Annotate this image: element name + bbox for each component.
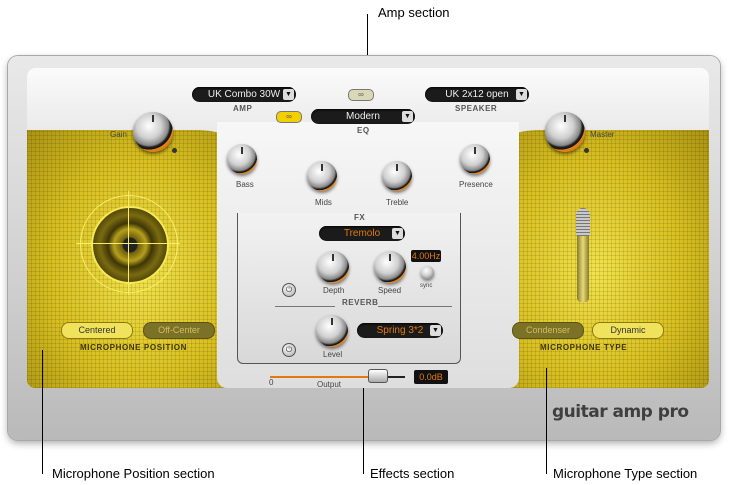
callout-mic-type-line bbox=[546, 368, 547, 474]
mids-label: Mids bbox=[315, 198, 332, 207]
callout-amp-section: Amp section bbox=[378, 5, 450, 20]
fx-power-button[interactable]: ⏻ bbox=[282, 283, 296, 297]
fx-speed-display: 4.00Hz bbox=[411, 250, 441, 262]
output-value-display: 0.0dB bbox=[414, 370, 448, 384]
gain-label: Gain bbox=[110, 130, 127, 139]
off-center-button[interactable]: Off-Center bbox=[143, 322, 215, 339]
reverb-label: REVERB bbox=[342, 298, 379, 307]
output-min-label: 0 bbox=[269, 378, 274, 387]
speaker-model-value: UK 2x12 open bbox=[445, 89, 509, 100]
master-label: Master bbox=[590, 130, 615, 139]
callout-mic-type-section: Microphone Type section bbox=[553, 466, 698, 481]
position-crosshair-v bbox=[128, 191, 129, 295]
microphone-position-title: MICROPHONE POSITION bbox=[80, 343, 187, 352]
master-max-dot bbox=[584, 148, 589, 153]
fx-speed-knob[interactable] bbox=[374, 251, 406, 283]
fx-effect-dropdown[interactable]: Tremolo ▼ bbox=[319, 226, 405, 241]
reverb-power-button[interactable]: ⏻ bbox=[282, 343, 296, 357]
microphone-type-title: MICROPHONE TYPE bbox=[540, 343, 628, 352]
amp-model-value: UK Combo 30W bbox=[207, 89, 281, 100]
gain-max-dot bbox=[172, 148, 177, 153]
callout-effects-line bbox=[363, 388, 364, 474]
fx-depth-knob[interactable] bbox=[317, 251, 349, 283]
eq-label: EQ bbox=[357, 126, 370, 135]
callout-effects-section: Effects section bbox=[370, 466, 455, 481]
chevron-down-icon: ▼ bbox=[402, 111, 413, 122]
reverb-level-knob[interactable] bbox=[316, 315, 348, 347]
fx-label: FX bbox=[354, 213, 366, 222]
centered-button[interactable]: Centered bbox=[61, 322, 133, 339]
callout-mic-position-line bbox=[42, 350, 43, 474]
chevron-down-icon: ▼ bbox=[430, 325, 441, 336]
reverb-divider-right bbox=[378, 306, 452, 307]
fx-sync-label: sync bbox=[420, 283, 433, 289]
speaker-label: SPEAKER bbox=[455, 104, 498, 113]
treble-knob[interactable] bbox=[382, 161, 412, 191]
eq-model-dropdown[interactable]: Modern ▼ bbox=[311, 109, 415, 124]
speaker-model-dropdown[interactable]: UK 2x12 open ▼ bbox=[425, 87, 529, 102]
reverb-type-dropdown[interactable]: Spring 3*2 ▼ bbox=[357, 323, 443, 338]
reverb-divider bbox=[275, 306, 335, 307]
presence-label: Presence bbox=[459, 180, 493, 189]
chevron-down-icon: ▼ bbox=[392, 228, 403, 239]
fx-sync-button[interactable] bbox=[421, 266, 434, 279]
reverb-type-value: Spring 3*2 bbox=[376, 325, 424, 336]
microphone-graphic bbox=[574, 208, 592, 302]
dynamic-button[interactable]: Dynamic bbox=[592, 322, 664, 339]
fx-effect-value: Tremolo bbox=[343, 228, 381, 239]
eq-link-icon[interactable]: ∞ bbox=[276, 111, 302, 123]
amp-model-dropdown[interactable]: UK Combo 30W ▼ bbox=[192, 87, 296, 102]
chevron-down-icon: ▼ bbox=[516, 89, 527, 100]
mids-knob[interactable] bbox=[307, 161, 337, 191]
amp-label: AMP bbox=[233, 104, 253, 113]
eq-model-value: Modern bbox=[346, 111, 380, 122]
reverb-level-label: Level bbox=[323, 350, 343, 359]
master-knob[interactable] bbox=[545, 112, 585, 152]
callout-mic-position-section: Microphone Position section bbox=[52, 466, 215, 481]
fx-depth-label: Depth bbox=[323, 286, 345, 295]
position-crosshair-ring bbox=[80, 195, 178, 293]
bass-knob[interactable] bbox=[227, 144, 257, 174]
output-label: Output bbox=[317, 380, 342, 389]
condenser-button[interactable]: Condenser bbox=[512, 322, 584, 339]
treble-label: Treble bbox=[386, 198, 409, 207]
presence-knob[interactable] bbox=[460, 144, 490, 174]
bass-label: Bass bbox=[236, 180, 254, 189]
link-icon[interactable]: ∞ bbox=[348, 89, 374, 101]
brand-logo: guitar amp pro bbox=[552, 402, 689, 422]
gain-knob[interactable] bbox=[133, 112, 173, 152]
fx-speed-label: Speed bbox=[378, 286, 402, 295]
output-slider-thumb[interactable] bbox=[368, 369, 388, 383]
chevron-down-icon: ▼ bbox=[283, 89, 294, 100]
